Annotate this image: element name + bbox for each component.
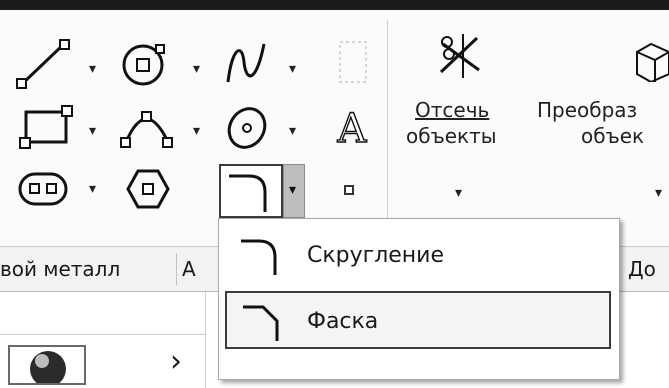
menu-item-label: Скругление: [307, 243, 445, 268]
trim-objects-dropdown-arrow[interactable]: [455, 186, 462, 200]
panel-divider: [0, 334, 205, 335]
ellipse-tool-dropdown-arrow[interactable]: [289, 124, 296, 138]
line-tool-icon[interactable]: [16, 38, 72, 90]
circle-tool-icon[interactable]: [118, 38, 172, 92]
trim-objects-label-line2[interactable]: объекты: [406, 124, 497, 148]
menu-item-fillet[interactable]: Скругление: [225, 227, 611, 285]
tab-sheet-metal[interactable]: вой металл: [0, 247, 172, 291]
sphere-object-button[interactable]: [8, 345, 86, 387]
trim-objects-icon[interactable]: [435, 32, 485, 80]
arc-tool-dropdown-arrow[interactable]: [193, 124, 200, 138]
grid-tool-icon-disabled: [334, 38, 374, 88]
convert-objects-label-line1[interactable]: Преобраз: [537, 98, 637, 122]
fillet-dropdown-menu: Скругление Фаска: [218, 218, 620, 380]
trim-objects-label-line1[interactable]: Отсечь: [415, 98, 489, 122]
panel-border: [205, 292, 206, 388]
chamfer-icon: [243, 305, 279, 341]
convert-objects-icon[interactable]: [633, 40, 669, 82]
line-tool-dropdown-arrow[interactable]: [89, 62, 96, 76]
ellipse-tool-icon[interactable]: [222, 102, 276, 152]
chevron-right-icon[interactable]: ›: [170, 345, 182, 379]
arc-tool-icon[interactable]: [118, 102, 178, 152]
rectangle-tool-icon[interactable]: [18, 102, 76, 152]
window-top-border: [0, 0, 669, 10]
fillet-split-button[interactable]: [219, 164, 283, 218]
fillet-dropdown-arrow[interactable]: [283, 164, 305, 218]
menu-item-chamfer[interactable]: Фаска: [225, 291, 611, 349]
point-tool-icon[interactable]: [344, 185, 354, 195]
tab-partial-right[interactable]: До: [628, 247, 669, 291]
spline-tool-dropdown-arrow[interactable]: [289, 62, 296, 76]
text-tool-glyph: A: [337, 106, 368, 152]
convert-objects-label-line2[interactable]: объек: [581, 124, 644, 148]
circle-tool-dropdown-arrow[interactable]: [193, 62, 200, 76]
polygon-tool-icon[interactable]: [124, 166, 172, 212]
slot-tool-icon[interactable]: [16, 168, 74, 210]
fillet-icon: [229, 174, 267, 212]
rectangle-tool-dropdown-arrow[interactable]: [89, 124, 96, 138]
slot-tool-dropdown-arrow[interactable]: [89, 182, 96, 196]
sphere-icon: [30, 351, 66, 387]
ribbon-group-separator: [387, 20, 388, 242]
tab-partial[interactable]: А: [182, 247, 212, 291]
menu-item-label: Фаска: [307, 309, 379, 334]
spline-tool-icon[interactable]: [222, 38, 272, 90]
convert-objects-dropdown-arrow[interactable]: [655, 186, 662, 200]
tab-divider: [176, 253, 177, 285]
text-tool-icon[interactable]: A: [330, 100, 374, 152]
fillet-icon: [241, 239, 277, 275]
